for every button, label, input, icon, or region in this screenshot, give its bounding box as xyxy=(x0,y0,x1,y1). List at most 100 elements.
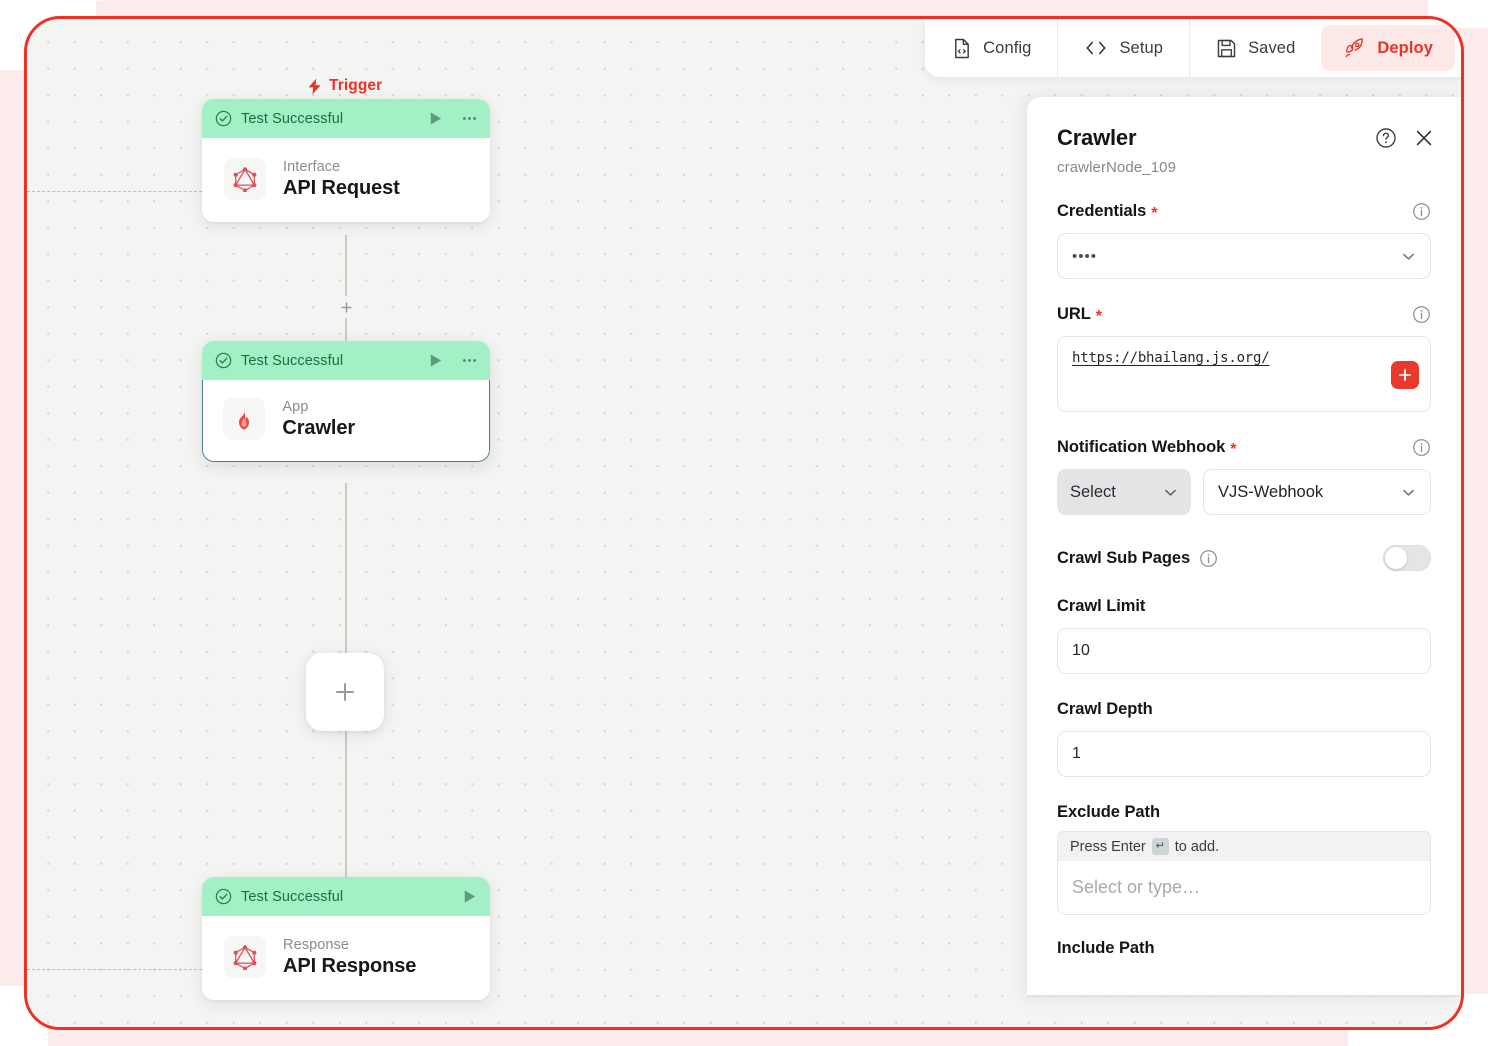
setup-button-label: Setup xyxy=(1119,38,1164,57)
more-options-icon[interactable] xyxy=(461,352,478,369)
exclude-path-label-text: Exclude Path xyxy=(1057,803,1161,821)
node-crawler[interactable]: Test Successful App Crawler xyxy=(202,341,490,462)
incoming-edge-top xyxy=(27,191,207,192)
field-include-path: Include Path xyxy=(1057,939,1431,958)
node-title: API Response xyxy=(283,954,417,977)
saved-button[interactable]: Saved xyxy=(1189,19,1321,77)
node-api-response[interactable]: Test Successful Response API Response xyxy=(202,877,490,1000)
info-icon[interactable] xyxy=(1412,202,1431,221)
field-crawl-depth: Crawl Depth 1 xyxy=(1057,700,1431,777)
panel-bottom-strip xyxy=(1027,995,1461,997)
crawl-depth-input[interactable]: 1 xyxy=(1057,731,1431,777)
node-body: App Crawler xyxy=(202,380,490,462)
exclude-path-input[interactable]: Select or type… xyxy=(1057,861,1431,915)
node-kind-label: Interface xyxy=(283,158,341,175)
check-circle-icon xyxy=(215,888,232,905)
exclude-path-label: Exclude Path xyxy=(1057,803,1160,822)
credentials-select[interactable]: •••• xyxy=(1057,233,1431,279)
enter-key-icon: ↵ xyxy=(1151,838,1169,855)
config-button[interactable]: Config xyxy=(925,19,1057,77)
crawl-limit-label-text: Crawl Limit xyxy=(1057,597,1146,615)
field-label-row: URL * xyxy=(1057,305,1431,324)
url-value: https://bhailang.js.org/ xyxy=(1072,350,1270,366)
toggle-knob xyxy=(1385,547,1407,569)
field-label-row: Crawl Limit xyxy=(1057,597,1431,616)
info-icon[interactable] xyxy=(1199,549,1218,568)
check-circle-icon xyxy=(215,352,232,369)
credentials-value: •••• xyxy=(1072,247,1098,265)
incoming-edge-bottom xyxy=(27,969,207,970)
field-label-row: Exclude Path xyxy=(1057,803,1431,822)
setup-button[interactable]: Setup xyxy=(1057,19,1189,77)
field-url: URL * https://bhailang.js.org/ xyxy=(1057,305,1431,412)
webhook-type-select[interactable]: Select xyxy=(1057,469,1191,515)
crawl-limit-input[interactable]: 10 xyxy=(1057,628,1431,674)
app-root: Trigger Test Successful Interface API Re… xyxy=(0,0,1488,1046)
node-title: API Request xyxy=(283,176,400,199)
include-path-label-text: Include Path xyxy=(1057,939,1155,957)
node-kind-label: Response xyxy=(283,936,350,953)
node-body: Response API Response xyxy=(202,916,490,1000)
hint-prefix: Press Enter xyxy=(1070,838,1146,855)
add-node-card-button[interactable] xyxy=(306,653,384,731)
play-icon[interactable] xyxy=(427,110,444,127)
hint-suffix: to add. xyxy=(1174,838,1220,855)
field-credentials: Credentials * •••• xyxy=(1057,202,1431,279)
webhook-target-select[interactable]: VJS-Webhook xyxy=(1203,469,1431,515)
webhook-target-value: VJS-Webhook xyxy=(1218,482,1324,501)
webhook-label-text: Notification Webhook xyxy=(1057,438,1226,456)
workflow-viewport: Trigger Test Successful Interface API Re… xyxy=(24,16,1464,1030)
deploy-button[interactable]: Deploy xyxy=(1321,25,1455,71)
required-marker: * xyxy=(1151,204,1158,222)
node-api-request[interactable]: Test Successful Interface API Request xyxy=(202,99,490,222)
url-label-text: URL xyxy=(1057,305,1091,323)
trigger-label: Trigger xyxy=(307,77,382,95)
webhook-controls: Select VJS-Webhook xyxy=(1057,469,1431,515)
url-add-button[interactable] xyxy=(1391,361,1419,389)
node-title: Crawler xyxy=(282,416,356,439)
node-config-panel: Crawler crawlerNode_109 Credentials * ••… xyxy=(1027,97,1461,997)
field-crawl-sub-pages: Crawl Sub Pages xyxy=(1057,545,1431,571)
node-status-text: Test Successful xyxy=(241,352,344,369)
url-input[interactable]: https://bhailang.js.org/ xyxy=(1057,336,1431,412)
info-icon[interactable] xyxy=(1412,305,1431,324)
chevron-down-icon xyxy=(1403,253,1414,260)
node-status-bar: Test Successful xyxy=(202,99,490,138)
panel-header: Crawler crawlerNode_109 xyxy=(1027,97,1461,176)
webhook-type-value: Select xyxy=(1070,482,1116,501)
node-status-text: Test Successful xyxy=(241,110,344,127)
chevron-down-icon xyxy=(1165,489,1176,496)
crawl-sub-pages-toggle[interactable] xyxy=(1383,545,1431,571)
play-icon[interactable] xyxy=(461,888,478,905)
panel-body: Credentials * •••• URL * https://bhailan… xyxy=(1027,202,1461,980)
graphql-icon xyxy=(224,936,266,978)
crawl-sub-pages-label-text: Crawl Sub Pages xyxy=(1057,548,1191,567)
required-marker: * xyxy=(1230,440,1237,458)
field-label-row: Include Path xyxy=(1057,939,1431,958)
crawl-depth-value: 1 xyxy=(1072,745,1081,762)
node-status-bar: Test Successful xyxy=(202,341,490,380)
url-label: URL * xyxy=(1057,305,1102,324)
close-icon[interactable] xyxy=(1413,127,1435,149)
code-brackets-icon xyxy=(1086,41,1107,55)
panel-header-actions xyxy=(1375,127,1435,149)
saved-button-label: Saved xyxy=(1248,38,1296,57)
floppy-disk-icon xyxy=(1217,39,1236,57)
node-status-bar: Test Successful xyxy=(202,877,490,916)
crawl-limit-label: Crawl Limit xyxy=(1057,597,1145,616)
more-options-icon[interactable] xyxy=(461,110,478,127)
crawl-depth-label: Crawl Depth xyxy=(1057,700,1153,719)
field-label-row: Credentials * xyxy=(1057,202,1431,221)
field-notification-webhook: Notification Webhook * Select VJS-Webhoo… xyxy=(1057,438,1431,515)
config-button-label: Config xyxy=(983,38,1032,57)
info-icon[interactable] xyxy=(1412,438,1431,457)
question-circle-icon[interactable] xyxy=(1375,127,1397,149)
node-status-text: Test Successful xyxy=(241,888,344,905)
exclude-path-hint: Press Enter ↵ to add. xyxy=(1057,831,1431,861)
play-icon[interactable] xyxy=(427,352,444,369)
exclude-path-placeholder: Select or type… xyxy=(1072,877,1201,897)
add-node-inline-button[interactable] xyxy=(335,296,357,318)
panel-subtitle: crawlerNode_109 xyxy=(1057,159,1177,176)
crawler-flame-icon xyxy=(223,398,266,441)
crawl-depth-label-text: Crawl Depth xyxy=(1057,700,1153,718)
